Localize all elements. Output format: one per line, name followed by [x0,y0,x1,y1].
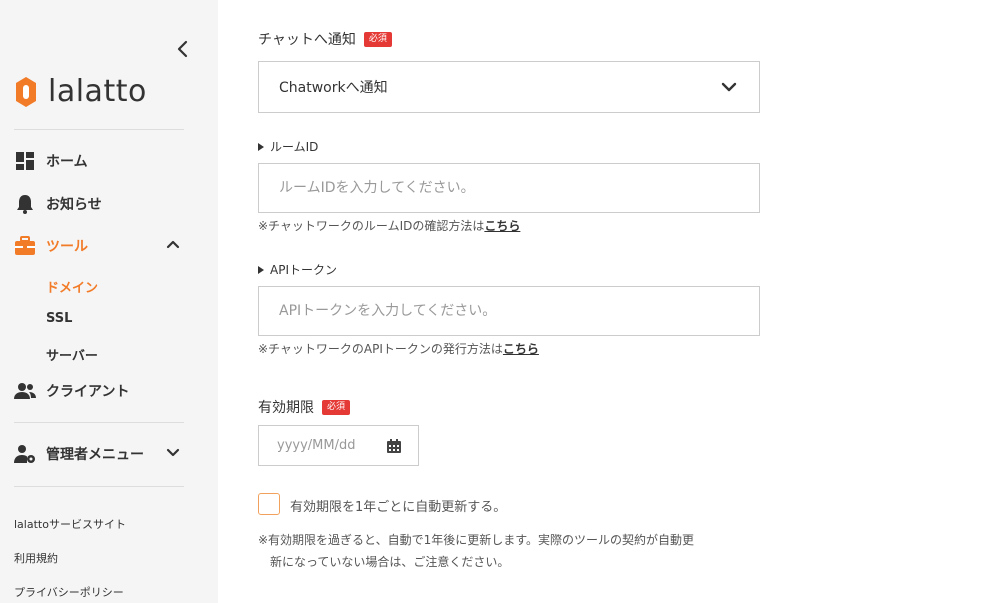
sidebar-subitem-ssl[interactable]: SSL [46,311,72,326]
nav-item-home[interactable]: ホーム [14,146,186,176]
chat-notify-select[interactable]: Chatworkへ通知 [258,61,760,113]
chat-notify-selected-value: Chatworkへ通知 [279,80,388,96]
chevron-left-icon [177,40,188,58]
nav-item-news[interactable]: お知らせ [14,189,186,219]
required-badge: 必須 [363,31,392,47]
expiry-label: 有効期限 必須 [258,397,351,417]
user-gear-icon [14,443,36,465]
expiry-date-input[interactable]: yyyy/MM/dd [258,425,419,466]
room-id-input[interactable] [258,163,760,213]
sidebar-subitem-domain[interactable]: ドメイン [46,277,98,296]
sidebar-subitem-server[interactable]: サーバー [46,345,98,364]
triangle-right-icon [258,265,264,274]
footer-link-service-site[interactable]: lalattoサービスサイト [14,516,126,532]
app-logo[interactable]: lalatto [14,74,147,109]
triangle-right-icon [258,142,264,151]
api-token-help-note: ※チャットワークのAPIトークンの発行方法はこちら [258,340,539,357]
room-id-label: ルームID [258,138,318,155]
api-token-label-text: APIトークン [270,263,337,277]
lalatto-logo-icon [16,76,36,107]
api-token-label: APIトークン [258,261,337,278]
required-badge: 必須 [322,399,351,415]
chevron-down-icon [721,82,737,92]
room-id-help-link[interactable]: こちら [484,219,520,233]
auto-renew-checkbox[interactable] [258,493,280,515]
chevron-up-icon [166,240,180,249]
nav-label: ホーム [46,154,88,170]
collapse-sidebar-button[interactable] [176,40,192,58]
dashboard-icon [14,150,36,172]
nav-label: 管理者メニュー [46,447,144,463]
expiry-label-text: 有効期限 [258,400,314,416]
api-token-help-link[interactable]: こちら [503,342,539,356]
divider [14,486,184,487]
divider [14,129,184,130]
logo-text: lalatto [48,74,147,109]
nav-item-admin-menu[interactable]: 管理者メニュー [14,439,186,469]
chat-notify-label-text: チャットへ通知 [258,32,356,48]
auto-renew-notice-line2: 新になっていない場合は、ご注意ください。 [270,555,510,569]
toolbox-icon [14,235,36,257]
expiry-date-placeholder: yyyy/MM/dd [277,438,356,453]
auto-renew-notice-line1: ※有効期限を過ぎると、自動で1年後に更新します。実際のツールの契約が自動更 [258,533,695,547]
api-token-input[interactable] [258,286,760,336]
room-id-label-text: ルームID [270,140,319,154]
calendar-icon[interactable] [386,438,402,454]
api-token-help-text: ※チャットワークのAPIトークンの発行方法は [258,342,503,356]
divider [14,422,184,423]
nav-item-tools[interactable]: ツール [14,231,186,261]
chevron-down-icon [166,448,180,457]
users-icon [14,380,36,402]
sidebar: lalatto ホーム お知らせ ツール ドメイン SSL サーバー クライアン… [0,0,218,603]
bell-icon [14,193,36,215]
nav-label: ツール [46,239,88,255]
footer-link-privacy[interactable]: プライバシーポリシー [14,584,124,600]
nav-item-clients[interactable]: クライアント [14,376,186,406]
auto-renew-notice: ※有効期限を過ぎると、自動で1年後に更新します。実際のツールの契約が自動更 新に… [258,529,758,573]
room-id-help-text: ※チャットワークのルームIDの確認方法は [258,219,485,233]
chat-notify-label: チャットへ通知 必須 [258,29,392,49]
room-id-help-note: ※チャットワークのルームIDの確認方法はこちら [258,217,520,234]
auto-renew-label[interactable]: 有効期限を1年ごとに自動更新する。 [290,496,506,515]
nav-label: クライアント [46,384,130,400]
nav-label: お知らせ [46,197,102,213]
footer-link-terms[interactable]: 利用規約 [14,550,58,566]
